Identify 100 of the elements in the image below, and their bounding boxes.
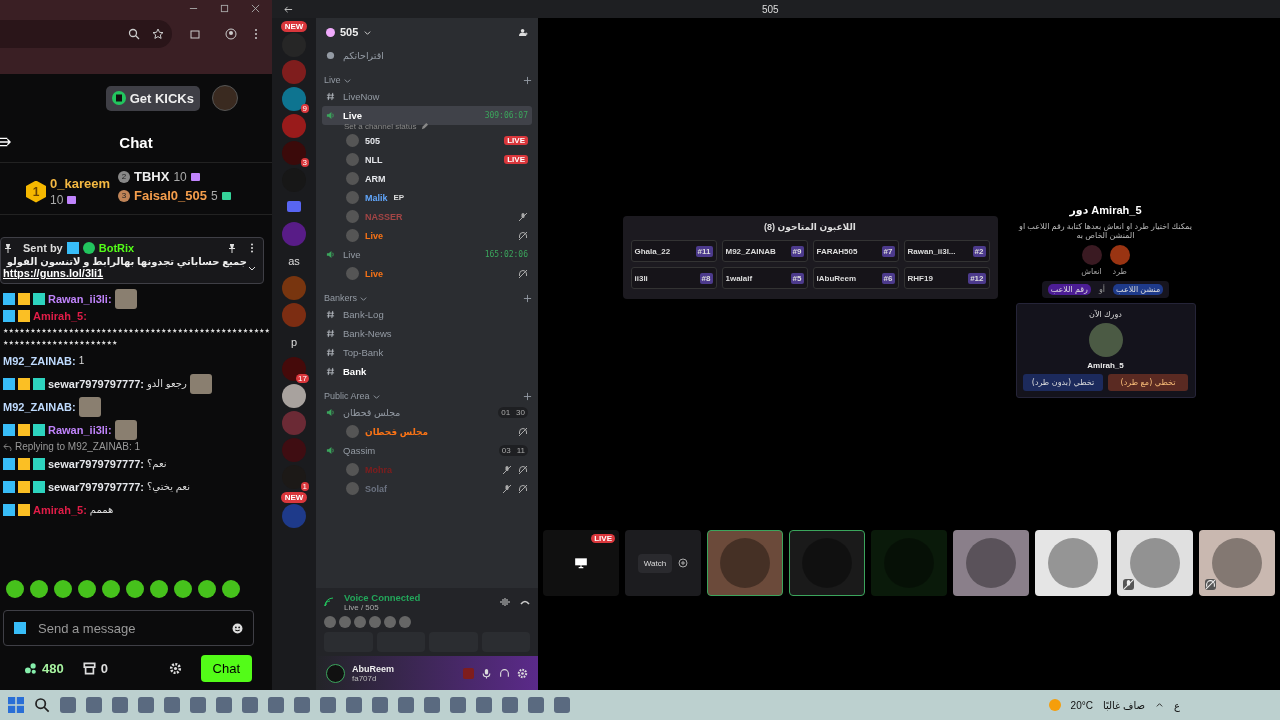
member-name[interactable]: Malik xyxy=(365,192,388,203)
collapse-chat-icon[interactable] xyxy=(0,137,11,147)
crown-badge xyxy=(18,423,30,436)
add-view-icon[interactable] xyxy=(678,558,689,568)
category-name[interactable]: Public Area xyxy=(324,391,370,401)
player-card[interactable]: Ghala_22 #11 xyxy=(630,240,717,262)
action-icon[interactable] xyxy=(1109,245,1130,265)
add-channel-icon[interactable] xyxy=(523,75,532,85)
member-name[interactable]: 505 xyxy=(365,135,381,146)
language-indicator[interactable]: ع xyxy=(1174,699,1180,711)
participant-tile[interactable] xyxy=(707,530,783,596)
emote-icon[interactable] xyxy=(54,580,72,598)
channel-item[interactable]: Bank-Log xyxy=(322,305,532,324)
player-card[interactable]: Rawan_ii3l... #2 xyxy=(903,240,990,262)
player-card[interactable]: FARAH505 #7 xyxy=(812,240,899,262)
emote-icon[interactable] xyxy=(150,580,168,598)
profile-icon[interactable] xyxy=(225,28,237,40)
channel-item[interactable]: Live 309:06:07 xyxy=(322,106,532,125)
user-avatar[interactable] xyxy=(326,663,345,683)
watch-button[interactable]: Watch xyxy=(637,553,673,573)
voice-channel[interactable]: Live / 505 xyxy=(344,603,421,612)
action-label: انعاش xyxy=(1081,267,1102,276)
store-icon[interactable] xyxy=(82,661,96,675)
star-icon[interactable] xyxy=(152,28,164,40)
participant-tile[interactable]: Watch xyxy=(625,530,701,596)
pin-icon[interactable] xyxy=(227,243,237,253)
emote-icon[interactable] xyxy=(198,580,216,598)
participant-tile[interactable] xyxy=(789,530,865,596)
participant-tile[interactable] xyxy=(1117,530,1193,596)
emote-icon[interactable] xyxy=(30,580,48,598)
server-icon[interactable] xyxy=(282,356,306,381)
notification-badge: 9 xyxy=(300,104,309,113)
skip-button[interactable]: تخطي (بدون طرد) xyxy=(1023,374,1103,391)
rank-badge: 2 xyxy=(118,170,130,183)
add-channel-icon[interactable] xyxy=(523,391,532,401)
member-name[interactable]: مجلس قحطان xyxy=(365,426,429,437)
channel-item[interactable]: Bank-News xyxy=(322,324,532,343)
category-name[interactable]: Live xyxy=(324,75,341,85)
player-card[interactable]: lAbuReem #6 xyxy=(812,267,899,289)
server-name[interactable]: 505 xyxy=(340,26,359,38)
add-member-icon[interactable] xyxy=(519,27,528,37)
player-card[interactable]: RHF19 #12 xyxy=(903,267,990,289)
chat-message: 1 xyxy=(78,354,85,367)
player-number: #6 xyxy=(881,272,895,284)
category-name[interactable]: Bankers xyxy=(324,293,358,303)
emoji-icon[interactable] xyxy=(232,622,243,634)
member-name[interactable]: NLL xyxy=(365,154,383,165)
voice-status[interactable]: Voice Connected xyxy=(344,592,421,603)
start-icon[interactable] xyxy=(8,697,24,713)
user-avatar[interactable] xyxy=(212,85,238,111)
pinned-link[interactable]: https://guns.lol/3li1 xyxy=(3,267,247,279)
server-icon[interactable] xyxy=(282,140,306,165)
search-icon[interactable] xyxy=(34,697,50,713)
member-name[interactable]: ARM xyxy=(365,173,386,184)
channel-name[interactable]: اقتراحاتكم xyxy=(343,50,384,61)
participant-tile[interactable] xyxy=(953,530,1029,596)
emote-icon[interactable] xyxy=(6,580,24,598)
participant-tile[interactable] xyxy=(871,530,947,596)
channel-item[interactable]: Top-Bank xyxy=(322,343,532,362)
player-card[interactable]: 1walaif #5 xyxy=(721,267,808,289)
channel-item[interactable]: Live 165:02:06 xyxy=(322,245,532,264)
chevron-up-icon[interactable] xyxy=(1155,700,1165,710)
emote-icon[interactable] xyxy=(174,580,192,598)
server-icon[interactable]: p xyxy=(290,335,298,348)
channel-item[interactable]: Qassim 03 11 xyxy=(322,441,532,460)
back-icon[interactable] xyxy=(284,4,293,14)
server-icon[interactable] xyxy=(282,86,306,111)
folder-icon[interactable] xyxy=(287,201,301,212)
settings-icon[interactable] xyxy=(168,661,182,675)
emote-icon[interactable] xyxy=(102,580,120,598)
server-icon[interactable] xyxy=(282,464,306,489)
maximize-icon[interactable] xyxy=(220,3,229,13)
add-channel-icon[interactable] xyxy=(523,293,532,303)
participant-tile[interactable]: LIVE xyxy=(543,530,619,596)
participant-tile[interactable] xyxy=(1035,530,1111,596)
emote-icon[interactable] xyxy=(78,580,96,598)
extensions-icon[interactable] xyxy=(189,28,201,40)
member-name[interactable]: Live xyxy=(365,268,383,279)
skip-button[interactable]: تخطي (مع طرد) xyxy=(1108,374,1188,391)
player-card[interactable]: M92_ZAINAB #9 xyxy=(721,240,808,262)
channel-item[interactable]: Bank xyxy=(322,362,532,381)
settings-icon[interactable] xyxy=(517,667,528,679)
headphones-icon[interactable] xyxy=(499,667,510,679)
chat-button[interactable]: Chat xyxy=(200,654,252,682)
member-name[interactable]: Live xyxy=(365,230,383,241)
server-icon[interactable] xyxy=(282,383,306,408)
participant-tile[interactable] xyxy=(1199,530,1275,596)
emote-icon[interactable] xyxy=(222,580,240,598)
user-name[interactable]: AbuReem xyxy=(352,663,394,674)
message-composer[interactable]: Send a message xyxy=(3,610,254,646)
close-icon[interactable] xyxy=(251,3,260,13)
microphone-icon[interactable] xyxy=(481,667,492,679)
zoom-icon[interactable] xyxy=(128,28,140,40)
pencil-icon[interactable] xyxy=(419,121,429,131)
message-input[interactable]: Send a message xyxy=(36,619,222,637)
emote-icon[interactable] xyxy=(126,580,144,598)
channel-item[interactable]: LiveNow xyxy=(322,87,532,106)
server-icon[interactable]: as xyxy=(288,254,300,267)
get-kicks-button[interactable]: Get KICKs xyxy=(105,85,200,111)
player-card[interactable]: ii3li #8 xyxy=(630,267,717,289)
